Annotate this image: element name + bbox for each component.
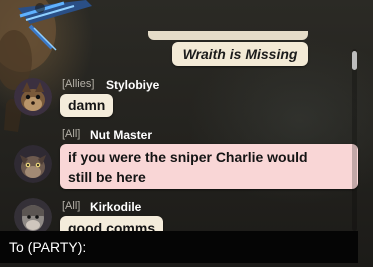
chat-message-bubble: damn bbox=[60, 94, 114, 117]
chat-message-bubble: if you were the sniper Charlie would sti… bbox=[60, 144, 358, 189]
message-sender-name[interactable]: Stylobiye bbox=[106, 78, 159, 92]
message-sender-name[interactable]: Kirkodile bbox=[90, 200, 141, 214]
chat-message-text: damn bbox=[68, 97, 106, 113]
system-message-text: Wraith is Missing bbox=[182, 46, 298, 62]
chat-channel-prefix: To (PARTY): bbox=[9, 239, 87, 255]
chat-scrollbar[interactable] bbox=[352, 49, 357, 231]
message-channel-label: [All] bbox=[62, 128, 81, 140]
previous-message-bubble-edge bbox=[148, 31, 308, 40]
chat-message-line: if you were the sniper Charlie would bbox=[68, 149, 308, 165]
system-message-bubble: Wraith is Missing bbox=[172, 42, 308, 66]
message-channel-label: [Allies] bbox=[62, 78, 95, 90]
player-avatar-stylobiye[interactable] bbox=[14, 78, 52, 116]
chat-input-bar[interactable]: To (PARTY): bbox=[0, 231, 358, 263]
player-avatar-nut-master[interactable] bbox=[14, 145, 52, 183]
message-sender-name[interactable]: Nut Master bbox=[90, 128, 152, 142]
chat-message-line: still be here bbox=[68, 169, 146, 185]
message-channel-label: [All] bbox=[62, 200, 81, 212]
chat-panel: Wraith is Missing [Allies] Stylobiye dam… bbox=[0, 0, 373, 267]
chat-scrollbar-thumb[interactable] bbox=[352, 51, 357, 70]
